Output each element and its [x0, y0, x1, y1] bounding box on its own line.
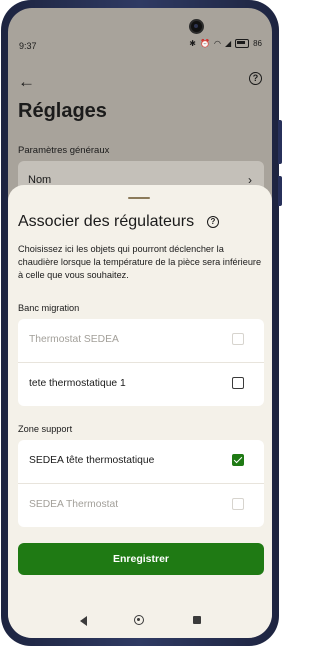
power-button	[278, 176, 282, 206]
question-circle-icon[interactable]: ?	[249, 72, 262, 85]
group-label-zone-support: Zone support	[18, 424, 73, 434]
android-nav-bar	[8, 608, 272, 638]
battery-level: 86	[253, 39, 262, 48]
item-label: Thermostat SEDEA	[29, 334, 119, 345]
nav-home-icon[interactable]	[134, 615, 144, 625]
group-label-banc-migration: Banc migration	[18, 303, 80, 313]
item-label: SEDEA Thermostat	[29, 499, 119, 510]
page-title: Réglages	[18, 100, 107, 122]
signal-icon: ◢	[224, 39, 232, 48]
battery-icon	[235, 39, 250, 48]
wifi-icon: ◠	[213, 39, 221, 48]
group-card-zone-support: SEDEA tête thermostatique SEDEA Thermost…	[18, 440, 264, 527]
list-item[interactable]: tete thermostatique 1	[18, 363, 264, 406]
arrow-left-icon[interactable]: ←	[18, 72, 35, 92]
nav-recents-icon[interactable]	[193, 616, 201, 624]
section-label: Paramètres généraux	[18, 145, 110, 156]
nav-back-icon[interactable]	[80, 616, 87, 626]
checkbox	[232, 498, 244, 510]
item-label: tete thermostatique 1	[29, 378, 126, 389]
checkbox	[232, 333, 244, 345]
list-item: Thermostat SEDEA	[18, 319, 264, 363]
list-item[interactable]: SEDEA tête thermostatique	[18, 440, 264, 484]
status-bar: 9:37 ✱ ⏰ ◠ ◢ 86	[8, 8, 272, 51]
sheet-description: Choisissez ici les objets qui pourront d…	[18, 244, 262, 280]
save-button[interactable]: Enregistrer	[18, 543, 264, 575]
bluetooth-icon: ✱	[189, 39, 196, 48]
status-time: 9:37	[19, 41, 37, 51]
sheet-title: Associer des régulateurs	[18, 213, 195, 230]
status-icons: ✱ ⏰ ◠ ◢ 86	[189, 39, 262, 48]
alarm-icon: ⏰	[199, 39, 210, 48]
screen: 9:37 ✱ ⏰ ◠ ◢ 86 ← ? Réglages Paramètres …	[8, 8, 272, 638]
volume-button	[278, 120, 282, 164]
sheet-drag-handle[interactable]	[128, 197, 150, 199]
question-circle-icon[interactable]: ?	[207, 216, 219, 228]
item-label: SEDEA tête thermostatique	[29, 455, 155, 466]
checkbox[interactable]	[232, 377, 244, 389]
front-camera	[191, 21, 202, 32]
group-card-banc-migration: Thermostat SEDEA tete thermostatique 1	[18, 319, 264, 406]
list-item: SEDEA Thermostat	[18, 484, 264, 527]
bottom-sheet: Associer des régulateurs ? Choisissez ic…	[8, 185, 272, 638]
checkbox-checked[interactable]	[232, 454, 244, 466]
